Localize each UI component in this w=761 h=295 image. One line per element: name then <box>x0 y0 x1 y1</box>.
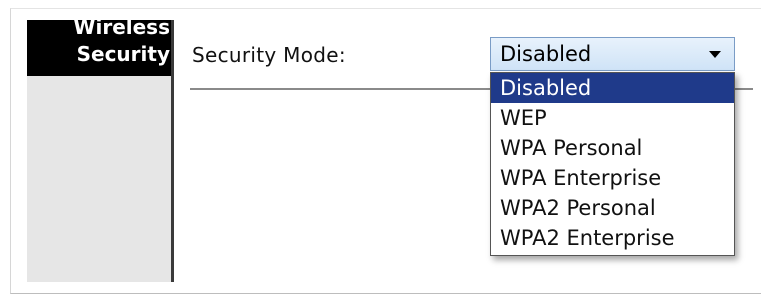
dropdown-arrow-icon[interactable] <box>709 51 721 58</box>
option-wep[interactable]: WEP <box>491 103 734 133</box>
option-disabled[interactable]: Disabled <box>491 73 734 103</box>
sidebar-section-header: Wireless Security <box>27 20 173 76</box>
option-wpa2-personal[interactable]: WPA2 Personal <box>491 193 734 223</box>
security-mode-dropdown-list: Disabled WEP WPA Personal WPA Enterprise… <box>490 72 735 256</box>
sidebar-title-line2: Security <box>76 42 170 66</box>
sidebar-divider <box>171 20 174 282</box>
security-mode-selected-value: Disabled <box>500 42 592 66</box>
option-wpa-enterprise[interactable]: WPA Enterprise <box>491 163 734 193</box>
sidebar-title-line1: Wireless <box>73 20 170 39</box>
option-wpa2-enterprise[interactable]: WPA2 Enterprise <box>491 223 734 253</box>
security-mode-select[interactable]: Disabled <box>490 37 735 71</box>
option-wpa-personal[interactable]: WPA Personal <box>491 133 734 163</box>
security-mode-label: Security Mode: <box>192 43 346 67</box>
